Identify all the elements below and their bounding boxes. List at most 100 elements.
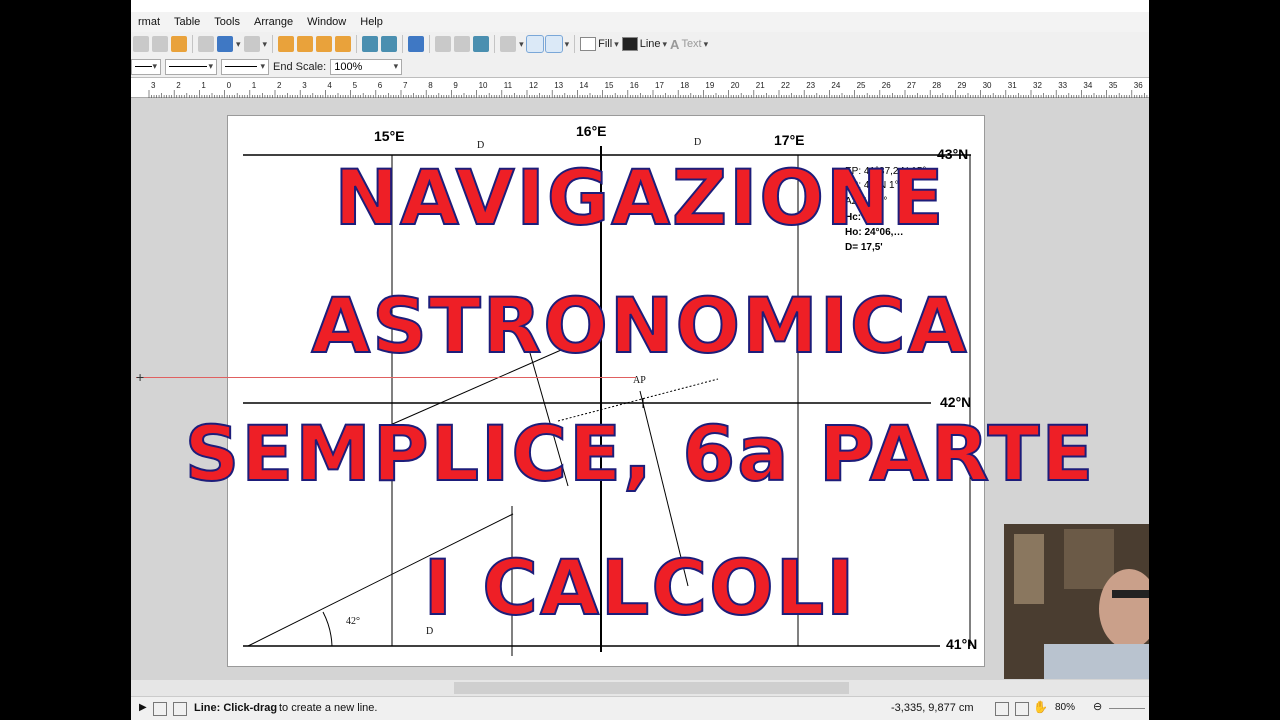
scrollbar-thumb[interactable] (454, 682, 849, 694)
fill-button[interactable]: Fill ▾ (580, 37, 619, 51)
latitude-label-42n: 42°N (940, 394, 972, 410)
ruler-number: 2 (176, 81, 181, 90)
end-scale-label: End Scale: (273, 60, 327, 73)
ruler-number: 8 (428, 81, 433, 90)
hand-icon[interactable]: ✋ (1033, 700, 1048, 714)
menu-table[interactable]: Table (167, 12, 207, 32)
webcam-image (1004, 524, 1149, 679)
ruler-number: 15 (605, 81, 614, 90)
page-icon[interactable] (153, 702, 167, 716)
line-width-select[interactable]: ▾ (221, 58, 269, 75)
azimuth-line-a[interactable] (527, 345, 569, 487)
copy-icon[interactable] (133, 36, 149, 52)
webcam-overlay (1004, 524, 1149, 679)
ruler-number: 29 (957, 81, 966, 90)
navigator-icon[interactable] (473, 36, 490, 52)
line-color-icon (621, 37, 638, 51)
align-icon[interactable] (408, 36, 425, 52)
play-icon[interactable]: ▶ (139, 702, 147, 713)
flip-horizontal-icon[interactable] (362, 36, 379, 52)
ruler-number: 25 (857, 81, 866, 90)
flip-vertical-icon[interactable] (381, 36, 398, 52)
zoom-page-icon[interactable] (995, 702, 1009, 716)
ruler-number: 33 (1058, 81, 1067, 90)
chevron-down-icon[interactable]: ▾ (519, 39, 524, 50)
note-d: D= 17,5' (845, 242, 883, 253)
angle-arc (322, 611, 333, 647)
ruler-number: 26 (882, 81, 891, 90)
ruler-number: 10 (479, 81, 488, 90)
ruler-number: 9 (453, 81, 458, 90)
mark-angle: 42° (346, 616, 360, 627)
clear-icon[interactable] (198, 36, 214, 52)
ruler-number: 21 (756, 81, 765, 90)
ruler-number: 16 (630, 81, 639, 90)
ruler-number: 17 (655, 81, 664, 90)
end-scale-value: 100% (334, 60, 363, 73)
ruler-number: 13 (554, 81, 563, 90)
line-button[interactable]: Line ▾ (621, 37, 667, 51)
ruler-number: 14 (579, 81, 588, 90)
chevron-down-icon[interactable]: ▾ (565, 39, 570, 50)
undo-icon[interactable] (217, 36, 233, 52)
ruler-number: 0 (227, 81, 232, 90)
latitude-label-43n: 43°N (937, 146, 969, 162)
menu-help[interactable]: Help (353, 12, 390, 32)
angle-line[interactable] (247, 513, 514, 647)
chevron-down-icon[interactable]: ▾ (263, 39, 268, 50)
ruler-number: 27 (907, 81, 916, 90)
document-modified-icon (173, 702, 187, 716)
zoom-out-icon[interactable]: ⊖ (1093, 700, 1102, 713)
ruler-number: 23 (806, 81, 815, 90)
start-arrow-select[interactable]: ▾ (131, 58, 161, 75)
ruler-number: 19 (705, 81, 714, 90)
bring-to-front-icon[interactable] (278, 36, 295, 52)
text-button[interactable]: A Text ▾ (670, 37, 708, 52)
position-line[interactable] (387, 335, 594, 427)
drawing-page[interactable]: 15°E 16°E 17°E 43°N 42°N 41°N D D D AP 4… (227, 115, 985, 667)
send-to-back-icon[interactable] (335, 36, 352, 52)
title-band (131, 0, 1149, 12)
zoom-slider[interactable] (1109, 708, 1145, 709)
ruler-number: 3 (302, 81, 307, 90)
grid-icon[interactable] (525, 35, 544, 53)
ruler-number: 18 (680, 81, 689, 90)
ruler-number: 2 (277, 81, 282, 90)
app-window: rmat Table Tools Arrange Window Help ▾ ▾… (131, 0, 1149, 720)
tool-hint-bold: Line: Click-drag (194, 702, 278, 714)
redo-icon[interactable] (243, 36, 260, 52)
chevron-down-icon: ▾ (614, 38, 619, 49)
select-icon[interactable] (544, 35, 563, 53)
horizontal-scrollbar[interactable] (131, 680, 1149, 696)
azimuth-line-b[interactable] (639, 390, 689, 587)
note-az: Az: 16…° (845, 196, 888, 207)
chevron-down-icon[interactable]: ▾ (236, 39, 241, 50)
status-bar: ▶ Line: Click-drag to create a new line.… (131, 696, 1149, 720)
clone-formatting-icon[interactable] (171, 36, 187, 52)
backward-one-icon[interactable] (316, 36, 333, 52)
separator (574, 35, 576, 53)
menu-tools[interactable]: Tools (207, 12, 247, 32)
mark-d3: D (426, 626, 434, 637)
crosshair-cursor-icon: + (136, 369, 145, 385)
group-icon[interactable] (435, 36, 452, 52)
forward-one-icon[interactable] (297, 36, 314, 52)
ungroup-icon[interactable] (454, 36, 471, 52)
separator (192, 35, 193, 53)
line-style-select[interactable]: ▾ (165, 58, 217, 75)
separator (494, 35, 496, 53)
ruler-number: 30 (983, 81, 992, 90)
mark-d2: D (694, 137, 702, 148)
menu-arrange[interactable]: Arrange (247, 12, 300, 32)
ruler-number: 22 (781, 81, 790, 90)
shadow-icon[interactable] (500, 36, 517, 52)
drawing-canvas[interactable]: 15°E 16°E 17°E 43°N 42°N 41°N D D D AP 4… (131, 99, 1149, 679)
separator (402, 35, 404, 53)
zoom-level: 80% (1055, 702, 1076, 713)
longitude-label-16e: 16°E (576, 123, 607, 139)
menu-window[interactable]: Window (300, 12, 353, 32)
end-scale-field[interactable]: 100% ▾ (330, 58, 403, 75)
menu-format[interactable]: rmat (131, 12, 167, 32)
paste-icon[interactable] (152, 36, 168, 52)
zoom-width-icon[interactable] (1015, 702, 1029, 716)
